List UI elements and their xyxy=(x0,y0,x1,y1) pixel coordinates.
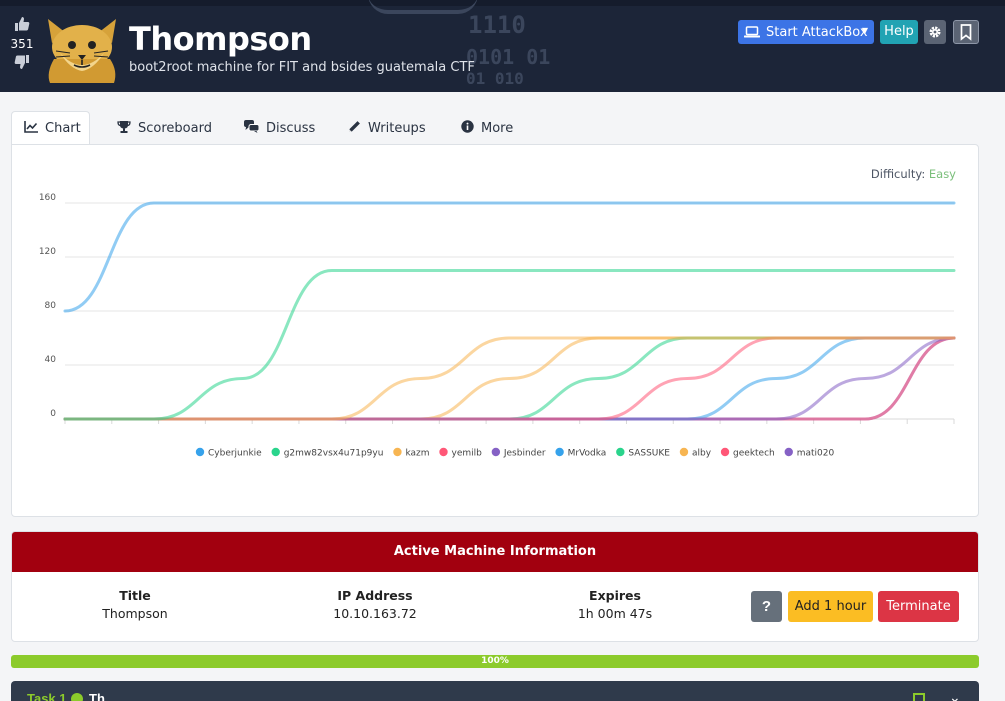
room-panel: Chart Scoreboard Discuss Writeups More D… xyxy=(11,111,979,517)
help-button[interactable]: Help xyxy=(880,20,918,44)
thumbs-down-icon[interactable] xyxy=(8,54,36,74)
vote-count: 351 xyxy=(10,37,34,51)
task-label: Task 1 xyxy=(27,691,67,701)
y-tick-label: 120 xyxy=(39,247,56,257)
legend-swatch xyxy=(555,447,564,457)
machine-ip-label: IP Address xyxy=(337,588,413,603)
tab-discuss[interactable]: Discuss xyxy=(244,111,315,145)
legend-swatch xyxy=(616,447,625,457)
legend-label: alby xyxy=(692,449,712,459)
legend-swatch xyxy=(271,447,280,457)
tab-label: Discuss xyxy=(266,120,316,136)
chart-card: Difficulty: Easy 0 40 80 120 160 Cyberjunkie g… xyxy=(11,144,979,517)
legend-swatch xyxy=(439,447,448,457)
machine-expires-label: Expires xyxy=(589,588,641,603)
legend-swatch xyxy=(679,447,689,457)
task-save-icon[interactable] xyxy=(913,693,925,701)
legend-swatch xyxy=(720,447,730,457)
caret-down-icon[interactable]: ▼ xyxy=(862,26,868,35)
tab-writeups[interactable]: Writeups xyxy=(348,111,426,145)
legend-swatch xyxy=(195,447,205,457)
y-tick-label: 0 xyxy=(50,409,56,419)
machine-ip-value[interactable]: 10.10.163.72 xyxy=(305,606,445,621)
binary-line: 0101 01 xyxy=(466,45,551,69)
legend-label: kazm xyxy=(405,449,429,459)
machine-expires-value: 1h 00m 47s xyxy=(577,606,653,621)
legend-label: g2mw82vsx4u71p9yu xyxy=(284,449,384,459)
task-complete-icon xyxy=(71,693,83,701)
room-progress-bar: 100% xyxy=(11,655,979,668)
y-tick-label: 160 xyxy=(39,193,56,203)
header-decoration xyxy=(368,0,478,14)
thumbs-up-icon[interactable] xyxy=(8,16,36,36)
machine-title-field: Title Thompson xyxy=(65,588,205,621)
tab-label: More xyxy=(481,120,514,136)
y-tick-label: 80 xyxy=(45,301,57,311)
laptop-icon xyxy=(744,26,760,38)
binary-line: 1110 xyxy=(468,11,526,39)
active-machine-heading: Active Machine Information xyxy=(12,532,978,572)
trophy-icon xyxy=(117,120,131,136)
progress-chart: 0 40 80 120 160 Cyberjunkie g2mw82vsx4u71p9yu k… xyxy=(39,193,956,459)
tab-label: Writeups xyxy=(368,120,426,136)
machine-title-value: Thompson xyxy=(102,606,168,621)
tab-chart[interactable]: Chart xyxy=(11,111,90,145)
y-tick-label: 40 xyxy=(45,355,57,365)
tab-label: Scoreboard xyxy=(138,120,212,136)
tab-label: Chart xyxy=(45,121,81,136)
legend-label: geektech xyxy=(733,449,775,459)
room-tabs: Chart Scoreboard Discuss Writeups More xyxy=(11,111,979,145)
progress-fill: 100% xyxy=(11,655,979,668)
legend-label: yemilb xyxy=(452,449,483,459)
line-chart-icon xyxy=(24,121,38,136)
tab-scoreboard[interactable]: Scoreboard xyxy=(117,111,212,145)
tab-more[interactable]: More xyxy=(461,111,513,145)
room-subtitle: boot2root machine for FIT and bsides gua… xyxy=(129,60,475,75)
legend-label: Cyberjunkie xyxy=(208,449,262,459)
legend-label: SASSUKE xyxy=(628,449,670,459)
terminate-button[interactable]: Terminate xyxy=(878,591,959,622)
start-attackbox-button[interactable]: Start AttackBox ▼ xyxy=(738,20,874,44)
machine-ip-field: IP Address 10.10.163.72 xyxy=(305,588,445,621)
legend-swatch xyxy=(393,447,402,457)
active-machine-card: Active Machine Information Title Thompso… xyxy=(11,531,979,642)
task-title: Th xyxy=(89,691,105,701)
legend-label: MrVodka xyxy=(568,449,607,459)
start-attackbox-label: Start AttackBox xyxy=(766,24,868,40)
machine-help-button[interactable]: ? xyxy=(751,591,782,622)
bookmark-icon[interactable] xyxy=(953,20,979,44)
top-nav-strip xyxy=(0,0,1005,6)
legend-label: mati020 xyxy=(797,449,835,459)
pencil-icon xyxy=(348,120,361,136)
series-line xyxy=(63,268,956,421)
chevron-down-icon[interactable]: ⌄ xyxy=(949,689,961,701)
room-title: Thompson xyxy=(129,20,312,58)
legend-swatch xyxy=(491,447,501,457)
info-circle-icon xyxy=(461,120,474,136)
gear-icon[interactable] xyxy=(924,20,946,44)
legend-swatch xyxy=(784,447,793,457)
vote-widget: 351 xyxy=(8,16,36,74)
series-line xyxy=(63,336,956,421)
comments-icon xyxy=(244,120,260,136)
machine-title-label: Title xyxy=(119,588,151,603)
add-hour-button[interactable]: Add 1 hour xyxy=(788,591,873,622)
room-header: 1110 0101 01 01 010 351 Thompson boot2ro… xyxy=(0,0,1005,92)
task-header[interactable]: Task 1 Th ⌄ xyxy=(11,681,979,701)
legend-label: Jesbinder xyxy=(503,449,546,459)
room-logo xyxy=(44,13,120,85)
machine-expires-field: Expires 1h 00m 47s xyxy=(545,588,685,621)
